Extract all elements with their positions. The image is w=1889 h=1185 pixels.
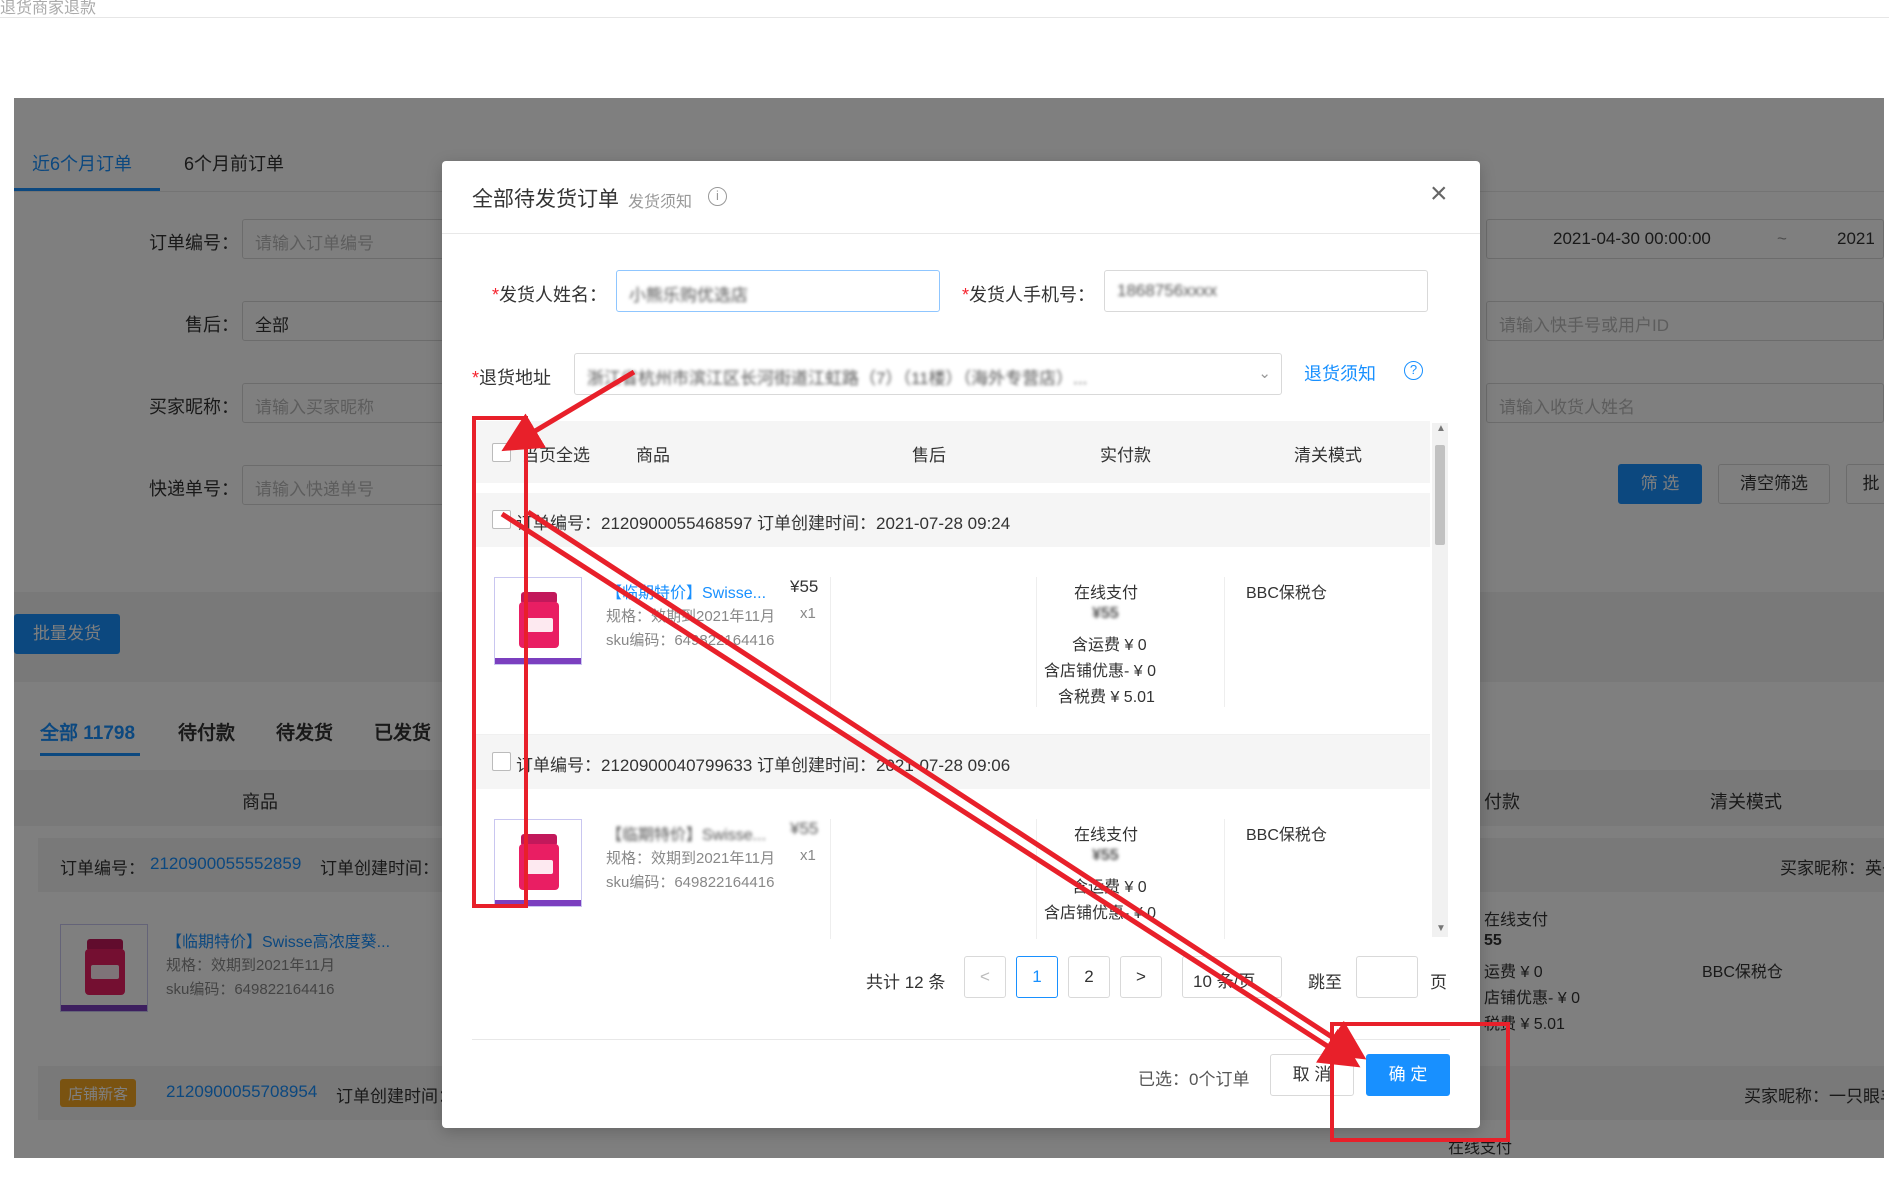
product-sku: sku编码：649822164416	[606, 874, 775, 891]
modal-table-header: 当页全选 商品 售后 实付款 清关模式	[472, 421, 1430, 483]
jump-page-input[interactable]	[1356, 956, 1418, 998]
col-after-sale: 售后	[912, 446, 946, 465]
return-address-value: 浙江省杭州市滨江区长河街道江虹路（7）（11楼）（海外专营店）...	[587, 369, 1088, 388]
return-notice-link[interactable]: 退货须知	[1304, 360, 1376, 386]
pay-freight: 含运费 ¥ 0	[1072, 879, 1147, 896]
return-address-select[interactable]: 浙江省杭州市滨江区长河街道江虹路（7）（11楼）（海外专营店）... ⌄	[574, 353, 1282, 395]
selected-count: 已选：0个订单	[1138, 1070, 1250, 1089]
product-price: ¥55	[790, 819, 819, 838]
modal-order-item-2: 【临期特价】Swisse... ¥55 规格：效期到2021年11月 x1 sk…	[472, 789, 1430, 939]
pay-method: 在线支付	[1074, 827, 1139, 844]
page-size-value: 10 条/页	[1193, 972, 1256, 991]
product-spec: 规格：效期到2021年11月	[606, 850, 775, 867]
product-title-link[interactable]: 【临期特价】Swisse...	[606, 821, 766, 845]
col-select-all: 当页全选	[522, 446, 590, 465]
modal-header-divider	[442, 233, 1480, 234]
column-divider	[830, 819, 831, 939]
modal-order-header-2: 订单编号：2120900040799633 订单创建时间：2021-07-28 …	[472, 735, 1430, 789]
order-header-text: 订单编号：2120900040799633 订单创建时间：2021-07-28 …	[516, 756, 1011, 775]
sender-name-label: *发货人姓名：	[492, 285, 608, 305]
chevron-down-icon: ⌄	[1258, 365, 1271, 382]
modal-subtitle[interactable]: 发货须知	[628, 188, 692, 212]
sender-name-value: 小熊乐购优选店	[629, 286, 748, 305]
product-title-link[interactable]: 【临期特价】Swisse...	[606, 579, 766, 603]
customs-mode: BBC保税仓	[1246, 585, 1327, 602]
info-icon[interactable]: i	[708, 187, 727, 206]
top-strip-text: 退货商家退款	[0, 0, 97, 17]
column-divider	[1036, 577, 1037, 707]
select-all-checkbox[interactable]	[492, 443, 511, 462]
order-header-text: 订单编号：2120900055468597 订单创建时间：2021-07-28 …	[516, 514, 1011, 533]
order-checkbox[interactable]	[492, 510, 511, 529]
scroll-down-icon[interactable]: ▼	[1436, 923, 1446, 934]
column-divider	[1036, 819, 1037, 939]
pay-amount: ¥55	[1092, 605, 1119, 622]
sender-phone-input[interactable]: 1868756xxxx	[1104, 270, 1428, 312]
pending-shipment-modal: 全部待发货订单 发货须知 i × *发货人姓名： 小熊乐购优选店 *发货人手机号…	[442, 161, 1480, 1128]
page-1-button[interactable]: 1	[1016, 956, 1058, 998]
modal-order-header-1: 订单编号：2120900055468597 订单创建时间：2021-07-28 …	[472, 493, 1430, 547]
pay-amount: ¥55	[1092, 847, 1119, 864]
cancel-button[interactable]: 取 消	[1270, 1054, 1354, 1096]
col-goods: 商品	[636, 446, 670, 465]
sender-name-input[interactable]: 小熊乐购优选店	[616, 270, 940, 312]
jump-label: 跳至	[1308, 973, 1342, 992]
page-2-button[interactable]: 2	[1068, 956, 1110, 998]
pay-discount: 含店铺优惠- ¥ 0	[1044, 905, 1157, 922]
product-price: ¥55	[790, 577, 819, 596]
product-jar-image	[519, 834, 559, 892]
column-divider	[830, 577, 831, 707]
order-checkbox[interactable]	[492, 752, 511, 771]
help-icon[interactable]: ?	[1404, 361, 1423, 380]
jump-unit: 页	[1430, 973, 1447, 992]
col-customs: 清关模式	[1294, 446, 1362, 465]
pay-method: 在线支付	[1074, 585, 1139, 602]
confirm-button[interactable]: 确 定	[1366, 1054, 1450, 1096]
product-spec: 规格：效期到2021年11月	[606, 608, 775, 625]
sender-phone-value: 1868756xxxx	[1117, 281, 1218, 300]
customs-mode: BBC保税仓	[1246, 827, 1327, 844]
scrollbar-thumb[interactable]	[1435, 445, 1445, 545]
return-address-label: *退货地址	[472, 368, 552, 388]
sender-phone-label: *发货人手机号：	[962, 285, 1096, 305]
column-divider	[1224, 819, 1225, 939]
product-qty: x1	[800, 605, 816, 622]
col-paid: 实付款	[1100, 446, 1151, 465]
pay-tax: 含税费 ¥ 5.01	[1058, 689, 1155, 706]
column-divider	[1224, 577, 1225, 707]
product-thumbnail[interactable]	[494, 819, 582, 907]
modal-order-item-1: 【临期特价】Swisse... ¥55 规格：效期到2021年11月 x1 sk…	[472, 547, 1430, 735]
top-strip: 退货商家退款	[0, 0, 1889, 18]
pagination-total: 共计 12 条	[866, 973, 946, 992]
product-qty: x1	[800, 847, 816, 864]
product-sku: sku编码：649822164416	[606, 632, 775, 649]
footer-divider	[472, 1039, 1450, 1040]
modal-title: 全部待发货订单	[472, 188, 619, 211]
pay-discount: 含店铺优惠- ¥ 0	[1044, 663, 1157, 680]
page-size-select[interactable]: 10 条/页	[1182, 956, 1282, 998]
product-jar-image	[519, 592, 559, 650]
scroll-up-icon[interactable]: ▲	[1436, 423, 1446, 434]
next-page-button[interactable]: >	[1120, 956, 1162, 998]
prev-page-button[interactable]: <	[964, 956, 1006, 998]
pay-freight: 含运费 ¥ 0	[1072, 637, 1147, 654]
close-icon[interactable]: ×	[1430, 179, 1448, 209]
product-thumbnail[interactable]	[494, 577, 582, 665]
